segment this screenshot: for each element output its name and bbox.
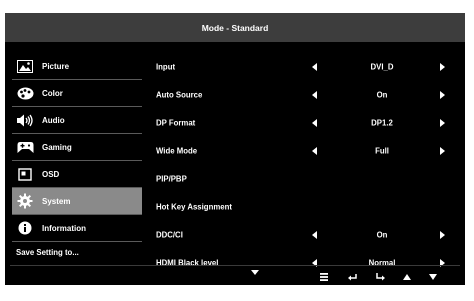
sidebar-item-label: Information	[42, 223, 86, 233]
left-arrow-icon[interactable]	[312, 119, 317, 127]
enter-icon[interactable]	[372, 271, 388, 283]
left-arrow-icon[interactable]	[312, 63, 317, 71]
save-setting-item[interactable]: Save Setting to...	[12, 242, 142, 262]
sidebar-item-label: Picture	[42, 61, 70, 71]
setting-row-auto-source[interactable]: Auto Source On	[152, 81, 462, 109]
sidebar-item-picture[interactable]: Picture	[12, 53, 142, 80]
sidebar-item-label: System	[42, 196, 71, 206]
right-arrow-icon[interactable]	[440, 231, 445, 239]
palette-icon	[14, 85, 36, 101]
mode-title: Mode - Standard	[201, 22, 269, 33]
setting-value: On	[376, 230, 388, 240]
menu-icon[interactable]	[316, 271, 332, 283]
right-arrow-icon[interactable]	[440, 63, 445, 71]
osd-menu: Mode - Standard Picture Color Audio Gami…	[5, 13, 465, 285]
settings-list: Input DVI_D Auto Source On DP Format DP1…	[152, 53, 462, 277]
setting-row-pip-pbp[interactable]: PIP/PBP	[152, 165, 462, 193]
info-icon	[14, 220, 36, 236]
setting-row-dp-format[interactable]: DP Format DP1.2	[152, 109, 462, 137]
gamepad-icon	[14, 139, 36, 155]
left-arrow-icon[interactable]	[312, 147, 317, 155]
bottom-nav-bar	[10, 265, 465, 285]
setting-label: PIP/PBP	[156, 174, 187, 184]
sidebar-item-label: Audio	[42, 115, 65, 125]
setting-value: DP1.2	[371, 118, 393, 128]
setting-label: Input	[156, 62, 176, 72]
left-arrow-icon[interactable]	[312, 231, 317, 239]
return-icon[interactable]	[344, 271, 360, 283]
sidebar-item-label: Gaming	[42, 142, 72, 152]
setting-label: Wide Mode	[156, 146, 198, 156]
sidebar-item-osd[interactable]: OSD	[12, 161, 142, 188]
setting-row-wide-mode[interactable]: Wide Mode Full	[152, 137, 462, 165]
setting-label: DP Format	[156, 118, 196, 128]
sidebar-item-gaming[interactable]: Gaming	[12, 134, 142, 161]
sidebar-item-system[interactable]: System	[12, 188, 142, 215]
up-icon[interactable]	[399, 271, 415, 283]
sidebar-item-label: OSD	[42, 169, 60, 179]
divider	[10, 265, 460, 266]
setting-value: DVI_D	[370, 62, 394, 72]
sidebar-item-audio[interactable]: Audio	[12, 107, 142, 134]
left-arrow-icon[interactable]	[312, 91, 317, 99]
setting-value: On	[376, 90, 388, 100]
setting-row-input[interactable]: Input DVI_D	[152, 53, 462, 81]
setting-label: Auto Source	[156, 90, 203, 100]
setting-label: DDC/CI	[156, 230, 183, 240]
sidebar-item-color[interactable]: Color	[12, 80, 142, 107]
osd-icon	[14, 166, 36, 182]
gear-icon	[14, 193, 36, 209]
down-icon[interactable]	[425, 271, 441, 283]
setting-label: Hot Key Assignment	[156, 202, 232, 212]
sidebar-item-label: Color	[42, 88, 63, 98]
sidebar: Picture Color Audio Gaming OSD System In…	[12, 53, 142, 262]
sidebar-item-information[interactable]: Information	[12, 215, 142, 242]
setting-row-ddc-ci[interactable]: DDC/CI On	[152, 221, 462, 249]
setting-value: Full	[375, 146, 389, 156]
right-arrow-icon[interactable]	[440, 147, 445, 155]
save-setting-label: Save Setting to...	[16, 247, 79, 257]
title-bar: Mode - Standard	[5, 13, 465, 42]
picture-icon	[14, 58, 36, 74]
right-arrow-icon[interactable]	[440, 119, 445, 127]
speaker-icon	[14, 112, 36, 128]
right-arrow-icon[interactable]	[440, 91, 445, 99]
setting-row-hot-key-assignment[interactable]: Hot Key Assignment	[152, 193, 462, 221]
